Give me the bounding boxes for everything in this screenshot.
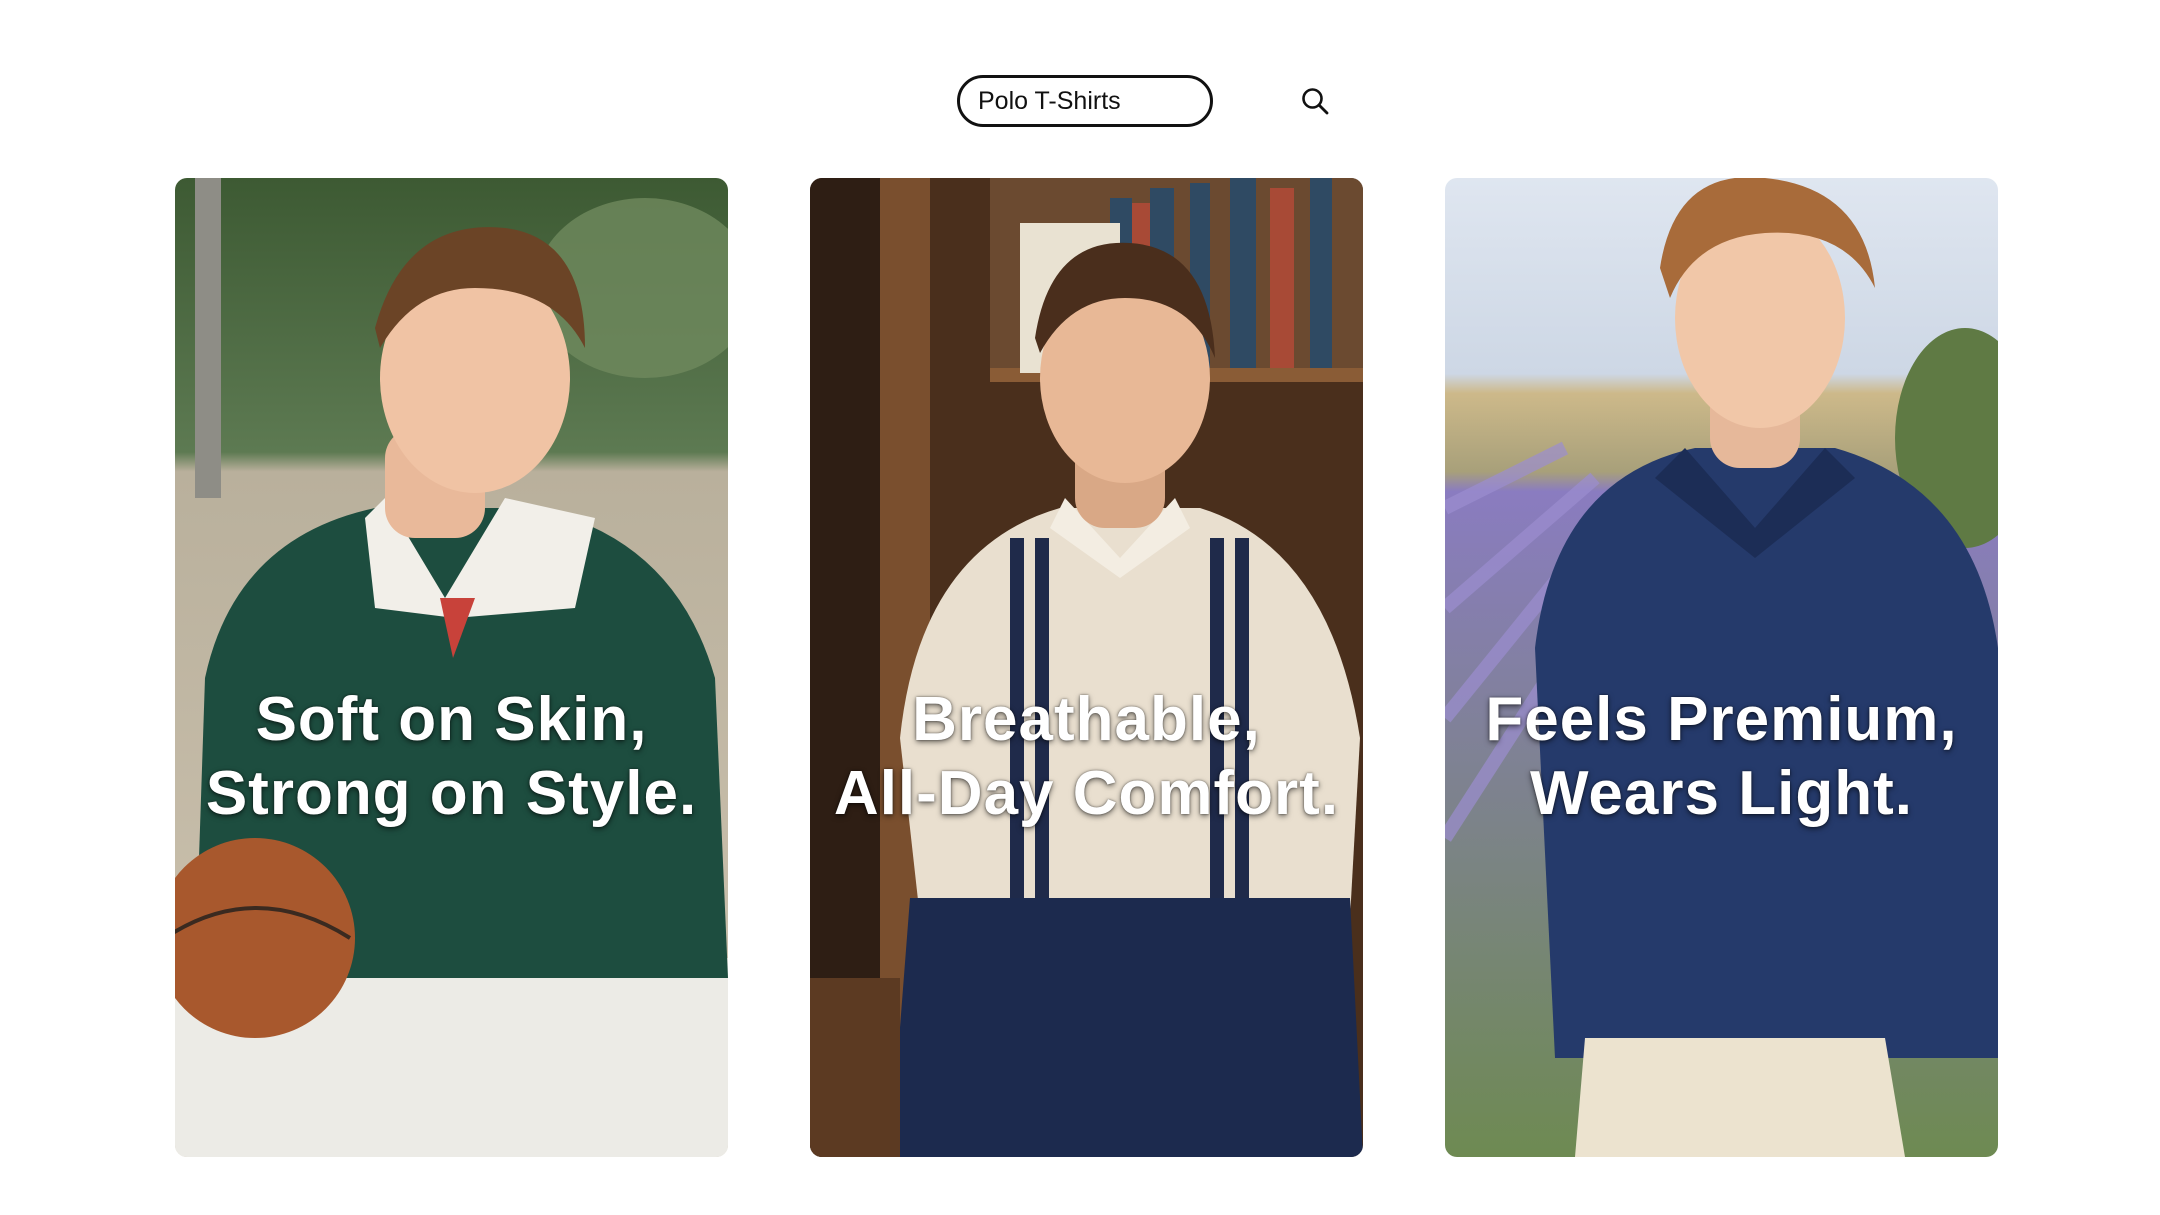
search-input[interactable] bbox=[978, 86, 1300, 116]
headline-line-1: Soft on Skin, bbox=[255, 685, 648, 754]
headline-line-1: Feels Premium, bbox=[1485, 685, 1958, 754]
product-image-green-polo bbox=[175, 178, 728, 1157]
product-card-green-polo[interactable]: Soft on Skin, Strong on Style. bbox=[175, 178, 728, 1157]
product-image-striped-polo bbox=[810, 178, 1363, 1157]
card-headline: Soft on Skin, Strong on Style. bbox=[175, 683, 728, 831]
search-icon[interactable] bbox=[1300, 85, 1330, 117]
search-bar[interactable] bbox=[957, 75, 1329, 127]
headline-line-2: Wears Light. bbox=[1530, 759, 1913, 828]
headline-line-1: Breathable, bbox=[912, 685, 1261, 754]
card-headline: Feels Premium, Wears Light. bbox=[1445, 683, 1998, 831]
card-headline: Breathable, All-Day Comfort. bbox=[810, 683, 1363, 831]
headline-line-2: All-Day Comfort. bbox=[833, 759, 1340, 828]
page: Soft on Skin, Strong on Style. bbox=[0, 0, 2160, 1215]
product-card-navy-polo[interactable]: Feels Premium, Wears Light. bbox=[1445, 178, 1998, 1157]
product-card-striped-polo[interactable]: Breathable, All-Day Comfort. bbox=[810, 178, 1363, 1157]
headline-line-2: Strong on Style. bbox=[205, 759, 698, 828]
product-image-navy-polo bbox=[1445, 178, 1998, 1157]
